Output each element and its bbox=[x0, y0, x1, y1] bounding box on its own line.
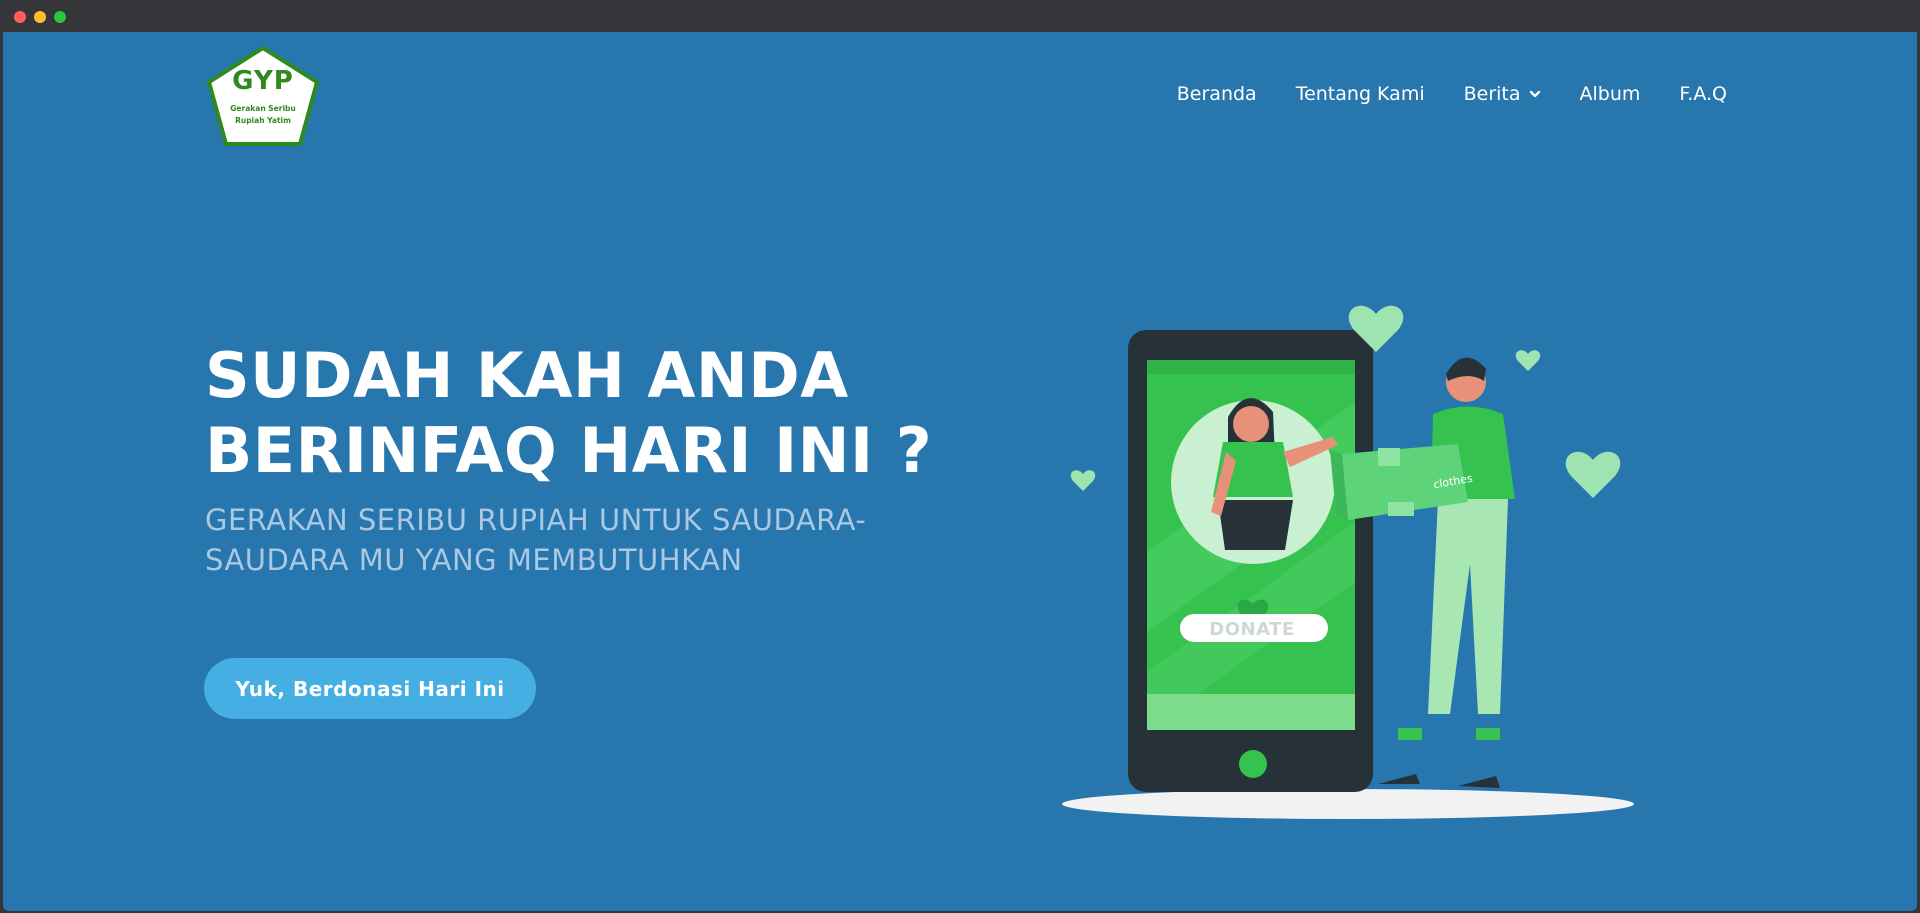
donate-cta-button[interactable]: Yuk, Berdonasi Hari Ini bbox=[204, 658, 536, 719]
hero-title: SUDAH KAH ANDA BERINFAQ HARI INI ? bbox=[205, 338, 965, 488]
pentagon-logo-icon bbox=[206, 45, 320, 146]
donation-scene-image bbox=[1062, 305, 1634, 819]
logo-brand: GYP bbox=[232, 66, 294, 96]
phone-donate-label: DONATE bbox=[1209, 619, 1295, 640]
nav-item-album[interactable]: Album bbox=[1580, 83, 1641, 105]
close-window-button[interactable] bbox=[14, 11, 26, 23]
logo-tagline-line2: Rupiah Yatim bbox=[235, 116, 291, 125]
site-logo[interactable]: GYP Gerakan Seribu Rupiah Yatim bbox=[203, 42, 323, 152]
browser-window: GYP Gerakan Seribu Rupiah Yatim Beranda … bbox=[0, 0, 1920, 913]
logo-tagline-line1: Gerakan Seribu bbox=[230, 104, 296, 113]
nav-item-tentang-kami[interactable]: Tentang Kami bbox=[1296, 83, 1425, 105]
hero-title-line2: BERINFAQ HARI INI ? bbox=[205, 414, 933, 487]
nav-item-berita[interactable]: Berita bbox=[1464, 83, 1541, 105]
main-navigation: Beranda Tentang Kami Berita Album F.A.Q bbox=[1177, 78, 1727, 110]
hero-subtitle-line1: GERAKAN SERIBU RUPIAH UNTUK SAUDARA- bbox=[205, 503, 867, 537]
chevron-down-icon bbox=[1529, 90, 1540, 98]
nav-item-faq[interactable]: F.A.Q bbox=[1679, 83, 1727, 105]
hero-subtitle-line2: SAUDARA MU YANG MEMBUTUHKAN bbox=[205, 543, 743, 577]
maximize-window-button[interactable] bbox=[54, 11, 66, 23]
donation-illustration: DONATE clothes bbox=[1058, 252, 1658, 832]
nav-item-beranda[interactable]: Beranda bbox=[1177, 83, 1257, 105]
window-titlebar bbox=[0, 0, 1920, 32]
hero-title-line1: SUDAH KAH ANDA bbox=[205, 339, 849, 412]
landing-page: GYP Gerakan Seribu Rupiah Yatim Beranda … bbox=[3, 32, 1917, 911]
hero-subtitle: GERAKAN SERIBU RUPIAH UNTUK SAUDARA- SAU… bbox=[205, 500, 905, 580]
minimize-window-button[interactable] bbox=[34, 11, 46, 23]
nav-item-berita-label: Berita bbox=[1463, 83, 1521, 105]
